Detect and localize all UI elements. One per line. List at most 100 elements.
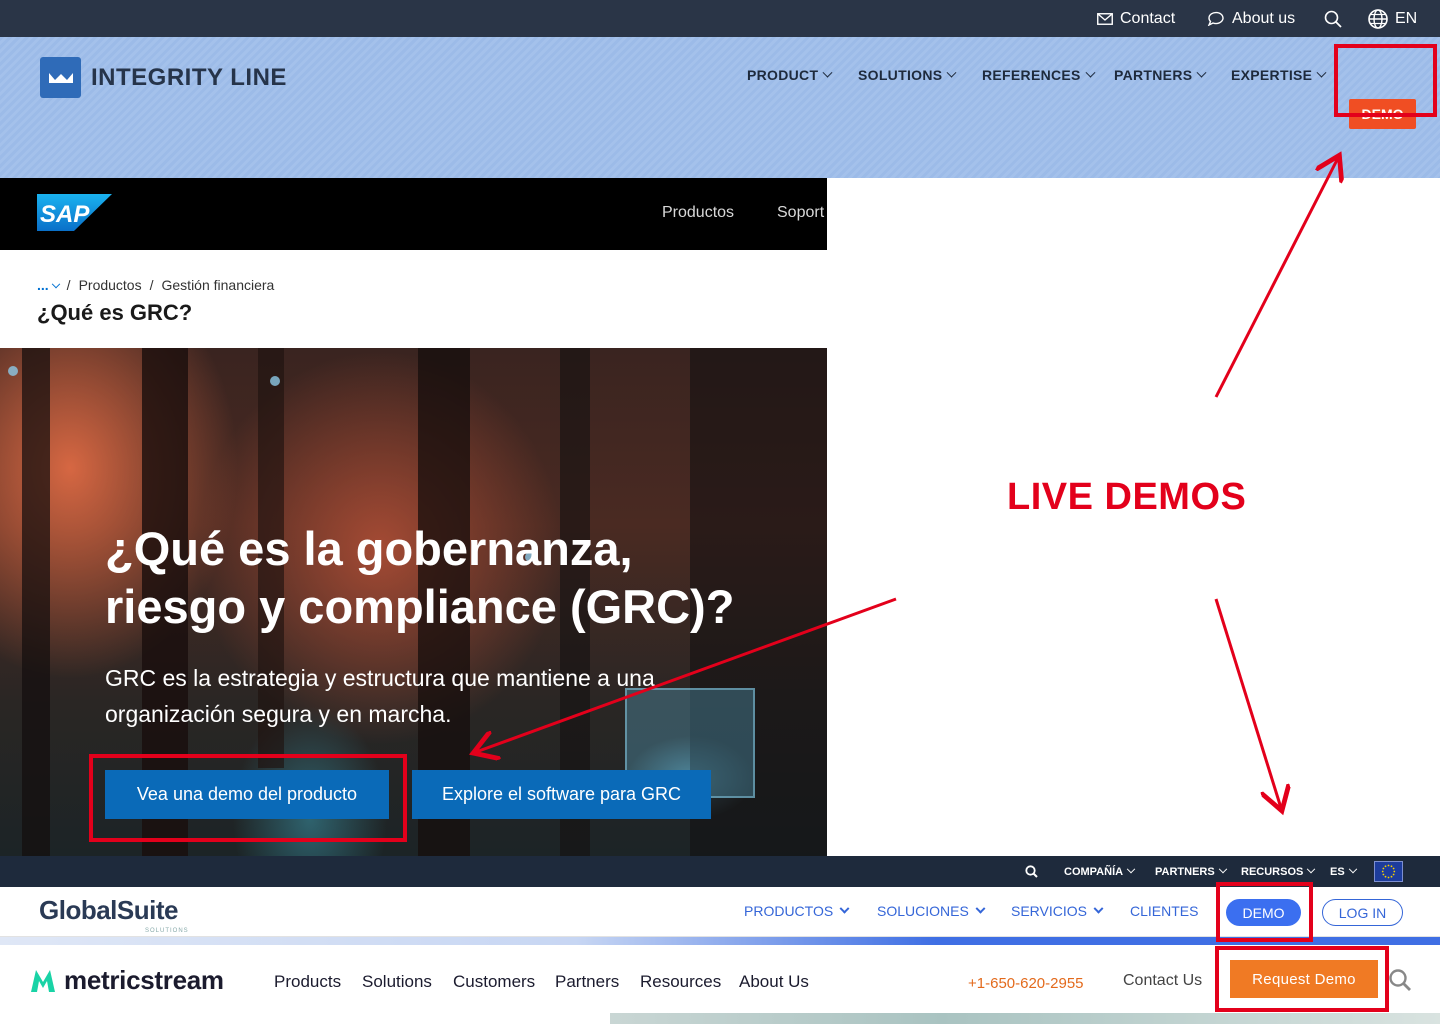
globalsuite-logo-text: GlobalSuite <box>39 895 178 925</box>
arrow-to-globalsuite <box>1214 598 1281 808</box>
gs-nav-servicios-label: SERVICIOS <box>1011 903 1087 919</box>
breadcrumb-ellipsis: ... <box>37 277 49 293</box>
ms-nav-customers[interactable]: Customers <box>453 972 535 992</box>
breadcrumb: ... / Productos / Gestión financiera <box>37 277 274 293</box>
hero-light <box>8 366 18 376</box>
breadcrumb-separator: / <box>149 277 154 293</box>
nav-references[interactable]: REFERENCES <box>982 67 1096 83</box>
nav-expertise[interactable]: EXPERTISE <box>1231 67 1327 83</box>
page-title: ¿Qué es GRC? <box>37 300 193 325</box>
sap-logo[interactable]: SAP <box>37 194 112 231</box>
gs-top-language[interactable]: ES <box>1330 856 1357 887</box>
breadcrumb-separator: / <box>66 277 71 293</box>
eu-stars-icon <box>1381 864 1396 879</box>
integrityline-logo-mark <box>40 57 81 98</box>
gs-top-compania-label: COMPAÑÍA <box>1064 865 1124 878</box>
hero-heading-line-1: ¿Qué es la gobernanza, <box>105 522 633 575</box>
arrow-to-integrityline <box>1214 158 1338 398</box>
nav-references-label: REFERENCES <box>982 67 1081 83</box>
hero-heading: ¿Qué es la gobernanza, riesgo y complian… <box>105 520 805 636</box>
chevron-down-icon <box>822 67 833 78</box>
hero-paragraph-line-1: GRC es la estrategia y estructura que ma… <box>105 665 655 691</box>
chevron-down-icon <box>1316 67 1327 78</box>
chevron-down-icon <box>1085 67 1096 78</box>
hero-light <box>270 376 280 386</box>
nav-partners[interactable]: PARTNERS <box>1114 67 1207 83</box>
hero-paragraph-line-2: organización segura y en marcha. <box>105 701 452 727</box>
gs-nav-soluciones-label: SOLUCIONES <box>877 903 969 919</box>
about-link[interactable]: About us <box>1207 0 1295 37</box>
gs-top-recursos-label: RECURSOS <box>1241 865 1304 878</box>
nav-product[interactable]: PRODUCT <box>747 67 833 83</box>
mail-icon <box>1097 12 1113 25</box>
search-icon[interactable] <box>1388 968 1412 992</box>
highlight-box-globalsuite-demo <box>1216 882 1313 942</box>
chevron-down-icon <box>975 903 986 914</box>
integrityline-header: INTEGRITY LINE PRODUCT SOLUTIONS REFEREN… <box>0 37 1440 178</box>
ms-hero-image <box>610 1013 1440 1024</box>
ms-nav-about[interactable]: About Us <box>739 972 809 992</box>
language-label: EN <box>1395 9 1418 27</box>
search-icon <box>1324 10 1342 28</box>
about-label: About us <box>1232 9 1296 27</box>
nav-solutions-label: SOLUTIONS <box>858 67 943 83</box>
highlight-box-integrityline-demo <box>1334 44 1437 117</box>
sap-nav-soporte[interactable]: Soport <box>777 204 824 222</box>
logo-wave-icon <box>48 72 73 83</box>
gs-nav-servicios[interactable]: SERVICIOS <box>1011 903 1104 919</box>
hero-background-shape <box>22 348 50 856</box>
contact-link[interactable]: Contact <box>1097 0 1175 37</box>
chat-icon <box>1207 11 1224 26</box>
metricstream-logo-mark-icon <box>31 969 55 992</box>
sap-logo-text: SAP <box>40 201 90 228</box>
ms-contact-link[interactable]: Contact Us <box>1123 972 1202 990</box>
chevron-down-icon <box>1348 864 1357 873</box>
highlight-box-sap-demo <box>89 754 407 842</box>
sap-nav-productos[interactable]: Productos <box>662 204 734 222</box>
globalsuite-logo[interactable]: GlobalSuite SOLUTIONS <box>39 895 188 934</box>
breadcrumb-item-productos[interactable]: Productos <box>79 277 142 293</box>
globalsuite-logo-sub: SOLUTIONS <box>145 928 189 934</box>
chevron-down-icon <box>51 279 60 289</box>
chevron-down-icon <box>1196 67 1207 78</box>
live-demos-label: LIVE DEMOS <box>1007 476 1247 518</box>
globe-icon <box>1368 8 1388 29</box>
breadcrumb-item-gestion[interactable]: Gestión financiera <box>162 277 275 293</box>
search-button[interactable] <box>1324 0 1342 37</box>
gs-nav-clientes[interactable]: CLIENTES <box>1130 903 1198 919</box>
sap-header: SAP Productos Soport <box>0 178 827 250</box>
nav-solutions[interactable]: SOLUTIONS <box>858 67 957 83</box>
gs-nav-clientes-label: CLIENTES <box>1130 903 1199 919</box>
gs-search-button[interactable] <box>1025 856 1038 887</box>
ms-nav-solutions[interactable]: Solutions <box>362 972 432 992</box>
integrityline-logo[interactable]: INTEGRITY LINE <box>40 57 287 98</box>
metricstream-logo-text: metricstream <box>64 965 224 995</box>
ms-nav-products[interactable]: Products <box>274 972 341 992</box>
search-icon <box>1025 865 1038 878</box>
integrityline-logo-text: INTEGRITY LINE <box>91 63 287 91</box>
chevron-down-icon <box>1126 864 1136 873</box>
sap-explore-button[interactable]: Explore el software para GRC <box>412 770 711 819</box>
chevron-down-icon <box>1093 903 1104 914</box>
globalsuite-login-button[interactable]: LOG IN <box>1322 899 1403 926</box>
gs-top-compania[interactable]: COMPAÑÍA <box>1064 856 1136 887</box>
gs-nav-productos-label: PRODUCTOS <box>744 903 834 919</box>
language-selector[interactable]: EN <box>1368 0 1417 37</box>
gs-nav-productos[interactable]: PRODUCTOS <box>744 903 850 919</box>
ms-nav-resources[interactable]: Resources <box>640 972 721 992</box>
chevron-down-icon <box>1307 864 1316 873</box>
eu-flag-icon <box>1374 861 1403 882</box>
ms-nav-partners[interactable]: Partners <box>555 972 619 992</box>
nav-partners-label: PARTNERS <box>1114 67 1193 83</box>
nav-product-label: PRODUCT <box>747 67 819 83</box>
chevron-down-icon <box>946 67 957 78</box>
highlight-box-metricstream-demo <box>1215 946 1389 1012</box>
metricstream-logo[interactable]: metricstream <box>30 965 224 996</box>
ms-phone-link[interactable]: +1-650-620-2955 <box>968 975 1084 992</box>
contact-label: Contact <box>1120 9 1176 27</box>
gs-nav-soluciones[interactable]: SOLUCIONES <box>877 903 986 919</box>
gs-top-language-label: ES <box>1330 865 1345 878</box>
gs-top-partners-label: PARTNERS <box>1155 865 1215 878</box>
breadcrumb-expand[interactable]: ... <box>37 277 60 293</box>
nav-expertise-label: EXPERTISE <box>1231 67 1313 83</box>
